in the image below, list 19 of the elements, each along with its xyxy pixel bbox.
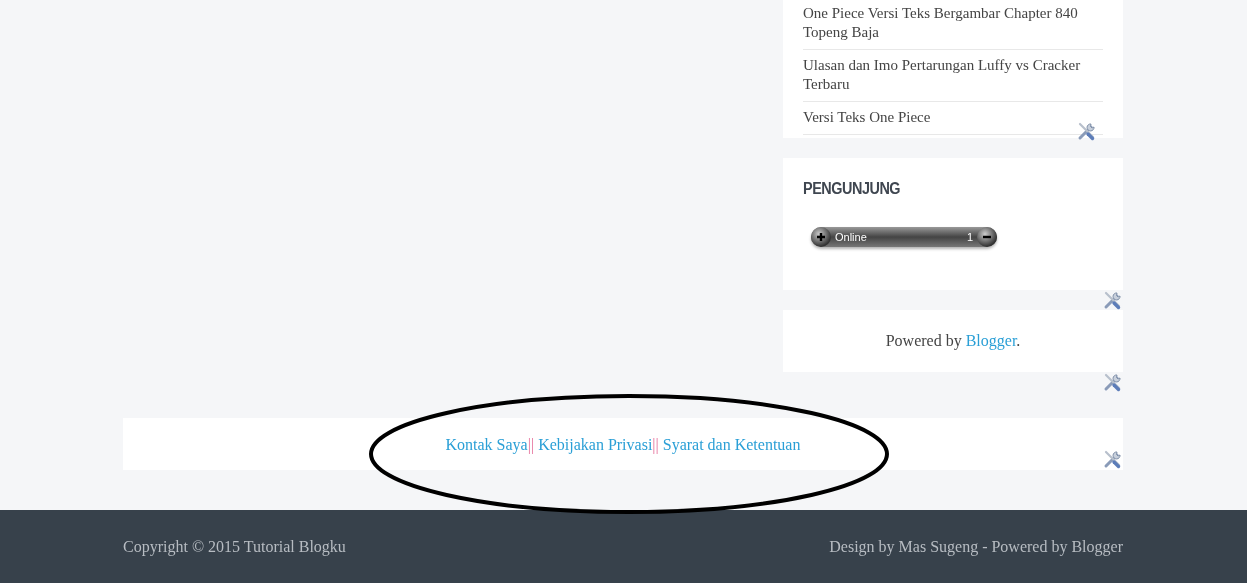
post-link[interactable]: Ulasan dan Imo Pertarungan Luffy vs Cracker Terbaru xyxy=(803,56,1103,102)
edit-tools-icon[interactable] xyxy=(1103,290,1123,310)
edit-tools-icon[interactable] xyxy=(1103,449,1123,469)
minus-icon[interactable] xyxy=(977,227,997,247)
online-count: 1 xyxy=(966,231,974,243)
edit-tools-icon[interactable] xyxy=(1077,121,1097,141)
footer-link[interactable]: Syarat dan Ketentuan xyxy=(662,435,801,454)
credit-text: Design by Mas Sugeng - Powered by Blogger xyxy=(829,537,1123,556)
footer-link[interactable]: Kontak Saya xyxy=(445,435,528,454)
edit-tools-icon[interactable] xyxy=(1103,372,1123,392)
copyright-text: Copyright © 2015 Tutorial Blogku xyxy=(123,537,346,556)
plus-icon[interactable] xyxy=(811,227,831,247)
post-link[interactable]: One Piece Versi Teks Bergambar Chapter 840 Topeng Baja xyxy=(803,4,1103,50)
widget-title: PENGUNJUNG xyxy=(803,180,902,198)
counter-label: Online xyxy=(834,231,868,243)
footer-link[interactable]: Kebijakan Privasi xyxy=(538,435,653,454)
link-separator: || xyxy=(527,435,535,454)
powered-by-text: Powered by Blogger. xyxy=(885,332,1021,350)
link-separator: || xyxy=(652,435,659,454)
